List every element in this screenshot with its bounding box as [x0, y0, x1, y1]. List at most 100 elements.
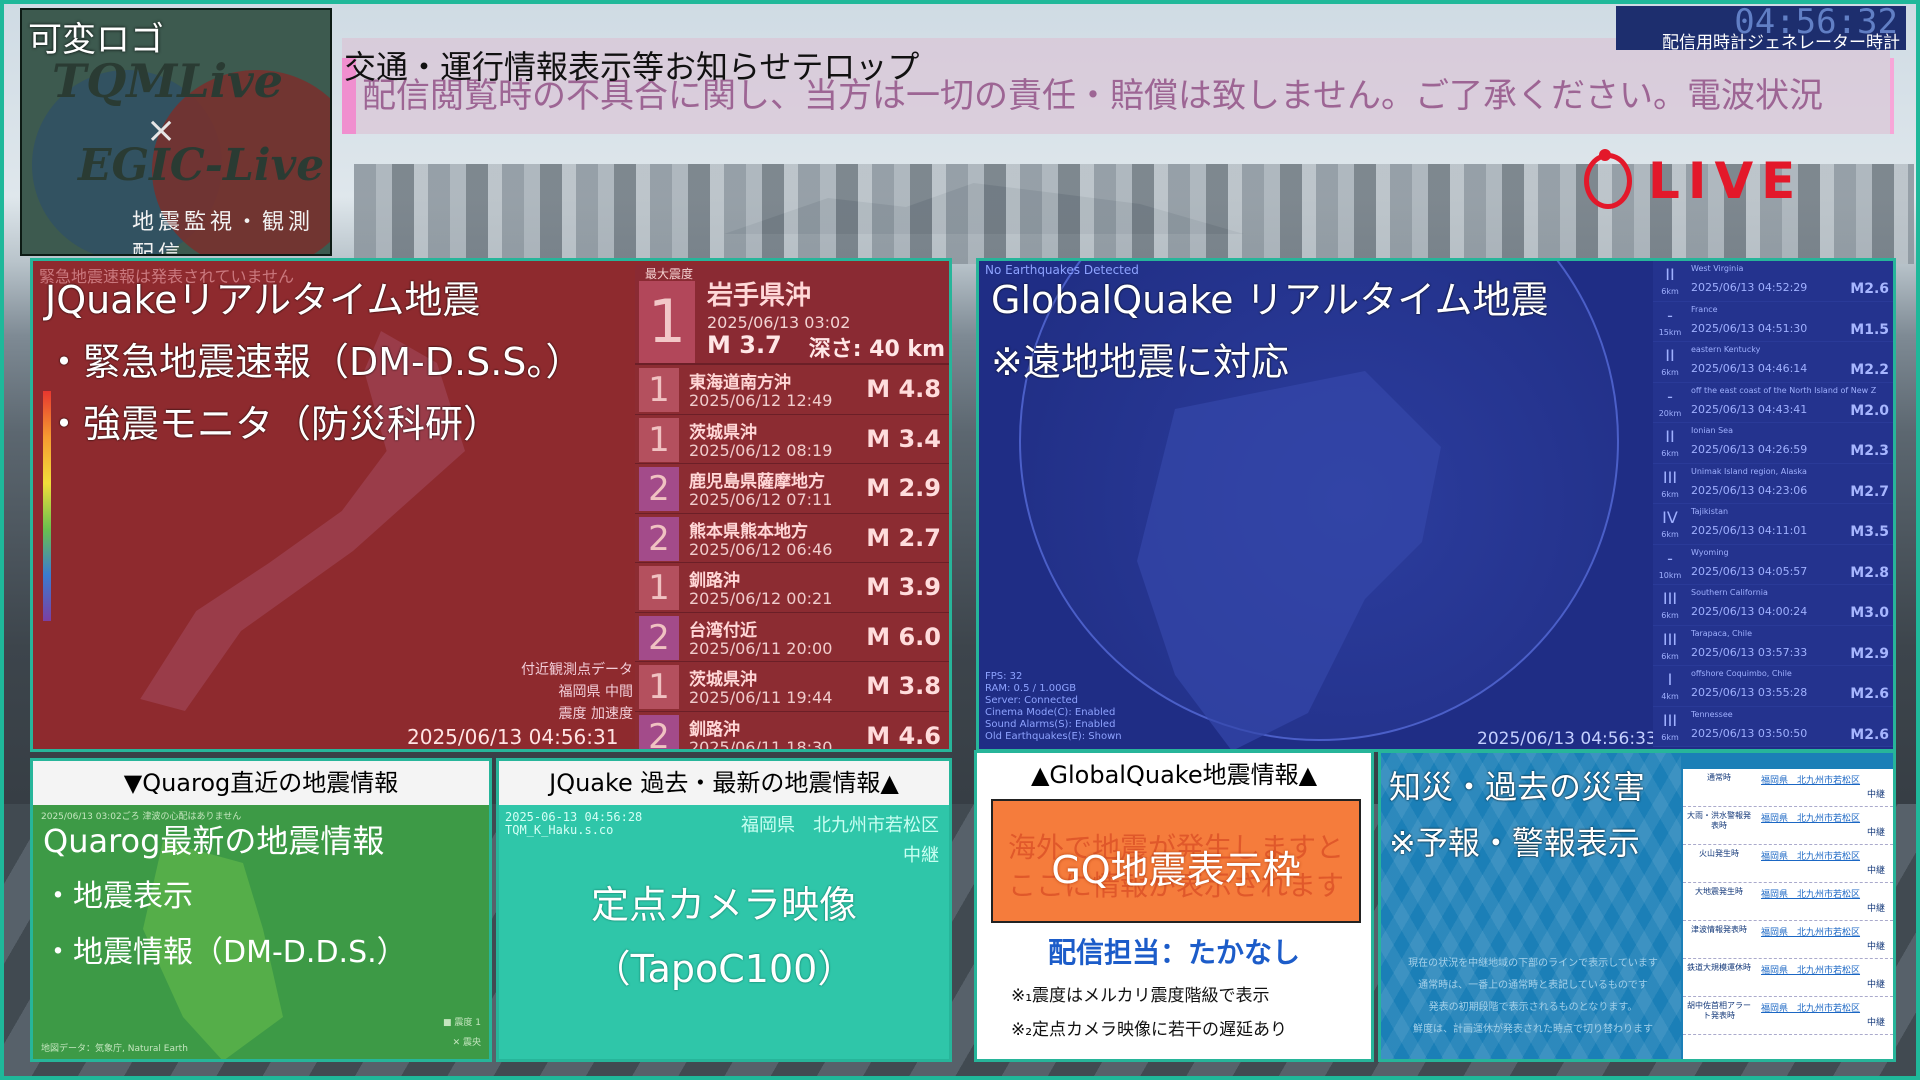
gq-intensity: II [1665, 346, 1675, 365]
list-item[interactable]: - 20km off the east coast of the North Isl… [1653, 382, 1893, 423]
warning-row[interactable]: 津波情報発表時 福岡県 北九州市若松区 中継 [1683, 921, 1893, 959]
list-item[interactable]: III 6km Tennessee 2025/06/13 03:50:50 M2.6 [1653, 706, 1893, 747]
list-item[interactable]: I 4km offshore Coquimbo, Chile 2025/06/13 0… [1653, 666, 1893, 707]
eq-magnitude: M 2.9 [866, 474, 941, 502]
gq-subtitle: ※遠地地震に対応 [991, 340, 1289, 384]
jquake-item-1: ・緊急地震速報（DM-D.S.S。） [45, 340, 584, 384]
latest-earthquake[interactable]: 最大震度 1 岩手県沖 2025/06/13 03:02 M 3.7 深さ: 4… [635, 265, 949, 365]
list-item[interactable]: 1 東海道南方沖 2025/06/12 12:49 M 4.8 [635, 365, 949, 415]
eq-region: 釧路沖 [689, 571, 740, 591]
warning-row[interactable]: 火山発生時 福岡県 北九州市若松区 中継 [1683, 845, 1893, 883]
list-item[interactable]: III 6km Tarapaca, Chile 2025/06/13 03:57:33… [1653, 625, 1893, 666]
warning-kind: 火山発生時 [1699, 849, 1739, 858]
logo-box: 可変ロゴ TQMLive × EGIC-Live 地震監視・観測配信 [20, 8, 332, 256]
quarog-panel: ▼Quarog直近の地震情報 2025/06/13 03:02ごろ 津波の心配は… [30, 758, 492, 1062]
list-item[interactable]: III 6km Southern California 2025/06/13 04:0… [1653, 585, 1893, 626]
list-item[interactable]: - 10km Wyoming 2025/06/13 04:05:57 M2.8 [1653, 544, 1893, 585]
warning-row[interactable]: 鉄道大規模運休時 福岡県 北九州市若松区 中継 [1683, 959, 1893, 997]
jquake-item-2: ・強震モニタ（防災科研） [45, 402, 502, 446]
latest-date: 2025/06/13 03:02 [707, 313, 851, 332]
gq-region: offshore Coquimbo, Chile [1691, 669, 1792, 678]
quarog-header: ▼Quarog直近の地震情報 [33, 761, 489, 805]
gq-intensity: III [1662, 629, 1678, 649]
warning-status: 中継 [1866, 980, 1885, 990]
legend-intensity: ■ 震度 1 [443, 1018, 481, 1028]
list-item[interactable]: II 6km eastern Kentucky 2025/06/13 04:46:14… [1653, 342, 1893, 383]
quarog-title: Quarog最新の地震情報 [43, 822, 385, 860]
gq-stat-server: Server: Connected [985, 695, 1079, 706]
gq-date: 2025/06/13 04:52:29 [1691, 281, 1808, 294]
list-item[interactable]: III 6km Unimak Island region, Alaska 2025/0… [1653, 463, 1893, 504]
quarog-footer: 地図データ：気象庁, Natural Earth [41, 1044, 188, 1054]
gq-region: Tajikistan [1691, 507, 1729, 516]
gq-depth: 6km [1661, 287, 1679, 296]
gq-region: Ionian Sea [1691, 426, 1733, 435]
warning-kind: 津波情報発表時 [1691, 925, 1747, 934]
list-item[interactable]: II 6km West Virginia 2025/06/13 04:52:29 M2.… [1653, 261, 1893, 302]
warning-row[interactable]: 胡中佐首相アラート発表時 福岡県 北九州市若松区 中継 [1683, 997, 1893, 1035]
info-line: 発表の初期段階で表示されるものとなります。 [1428, 1002, 1638, 1013]
list-item[interactable]: 2 鹿児島県薩摩地方 2025/06/12 07:11 M 2.9 [635, 464, 949, 514]
jquake-timestamp: 2025/06/13 04:56:31 [407, 725, 619, 749]
camera-timestamp: 2025-06-13 04:56:28 TQM_K_Haku.s.co [505, 811, 642, 837]
eq-intensity: 2 [639, 516, 679, 561]
list-item[interactable]: II 6km Ionian Sea 2025/06/13 04:26:59 M2.3 [1653, 423, 1893, 464]
gq-magnitude: M2.6 [1850, 281, 1889, 297]
camera-relay: 中継 [903, 845, 939, 866]
eq-magnitude: M 2.7 [866, 523, 941, 552]
gq-depth: 15km [1658, 327, 1682, 337]
note-intensity-scale: ※₁震度はメルカリ震度階級で表示 [1011, 986, 1270, 1006]
gq-magnitude: M2.3 [1850, 443, 1889, 459]
legend-epicenter: ✕ 震央 [452, 1038, 481, 1048]
note-camera-delay: ※₂定点カメラ映像に若干の遅延あり [1011, 1020, 1288, 1040]
observation-station: 福岡県 中間 [558, 684, 633, 700]
warning-status: 中継 [1866, 942, 1885, 952]
observation-title: 付近観測点データ [521, 662, 633, 678]
gq-intensity: IV [1662, 508, 1678, 527]
eq-intensity: 1 [639, 417, 679, 462]
list-item[interactable]: 2 釧路沖 2025/06/11 18:30 M 4.6 [635, 711, 949, 752]
warning-location: 福岡県 北九州市若松区 [1761, 928, 1861, 938]
eq-region: 釧路沖 [689, 719, 740, 740]
gq-intensity: II [1665, 427, 1675, 446]
gq-date: 2025/06/13 04:23:06 [1691, 483, 1808, 497]
list-item[interactable]: 1 茨城県沖 2025/06/12 08:19 M 3.4 [635, 414, 949, 464]
stream-overlay: 可変ロゴ TQMLive × EGIC-Live 地震監視・観測配信 配信閲覧時… [4, 4, 1916, 1076]
list-item[interactable]: 1 茨城県沖 2025/06/11 19:44 M 3.8 [635, 662, 949, 712]
gq-magnitude: M2.6 [1850, 686, 1889, 702]
gq-stat-sound: Sound Alarms(S): Enabled [985, 719, 1116, 730]
camera-location-name: 福岡県 北九州市若松区 [741, 815, 939, 836]
disaster-subtitle: ※予報・警報表示 [1389, 824, 1640, 862]
ticker-title: 交通・運行情報表示等お知らせテロップ [344, 48, 920, 86]
warning-kind: 通常時 [1707, 773, 1731, 782]
gq-region: Tarapaca, Chile [1691, 628, 1753, 638]
gq-earthquake-list: II 6km West Virginia 2025/06/13 04:52:29 M2.… [1653, 261, 1893, 749]
gq-intensity: - [1667, 548, 1673, 568]
list-item[interactable]: 1 釧路沖 2025/06/12 00:21 M 3.9 [635, 563, 949, 613]
list-item[interactable]: 2 台湾付近 2025/06/11 20:00 M 6.0 [635, 612, 949, 662]
eq-date: 2025/06/12 12:49 [689, 391, 833, 410]
gq-date: 2025/06/13 03:57:33 [1691, 645, 1808, 659]
gq-magnitude: M3.0 [1850, 605, 1889, 621]
warning-row[interactable]: 大雨・洪水警報発表時 福岡県 北九州市若松区 中継 [1683, 807, 1893, 845]
gq-magnitude: M3.5 [1850, 524, 1889, 540]
list-item[interactable]: 2 熊本県熊本地方 2025/06/12 06:46 M 2.7 [635, 513, 949, 563]
eq-intensity: 2 [639, 714, 679, 749]
eq-date: 2025/06/11 18:30 [689, 737, 833, 752]
gq-depth: 20km [1658, 408, 1682, 418]
eq-intensity: 1 [639, 665, 679, 709]
eq-region: 熊本県熊本地方 [689, 521, 808, 542]
gq-stat-fps: FPS: 32 [985, 671, 1023, 682]
gq-date: 2025/06/13 04:00:24 [1691, 605, 1808, 618]
gq-magnitude: M2.0 [1850, 402, 1889, 419]
latest-region: 岩手県沖 [707, 281, 812, 311]
max-intensity-header: 最大震度 [645, 267, 694, 281]
warning-kind: 大地震発生時 [1695, 887, 1743, 896]
list-item[interactable]: - 15km France 2025/06/13 04:51:30 M1.5 [1653, 301, 1893, 342]
gq-info-header: ▲GlobalQuake地震情報▲ [1030, 761, 1318, 789]
warning-row[interactable]: 大地震発生時 福岡県 北九州市若松区 中継 [1683, 883, 1893, 921]
list-item[interactable]: IV 6km Tajikistan 2025/06/13 04:11:01 M3.5 [1653, 504, 1893, 545]
quarog-item-2: ・地震情報（DM-D.D.S.） [43, 935, 407, 970]
warning-row[interactable]: 通常時 福岡県 北九州市若松区 中継 [1683, 769, 1893, 807]
logo-line-tqm: TQMLive [52, 54, 284, 108]
